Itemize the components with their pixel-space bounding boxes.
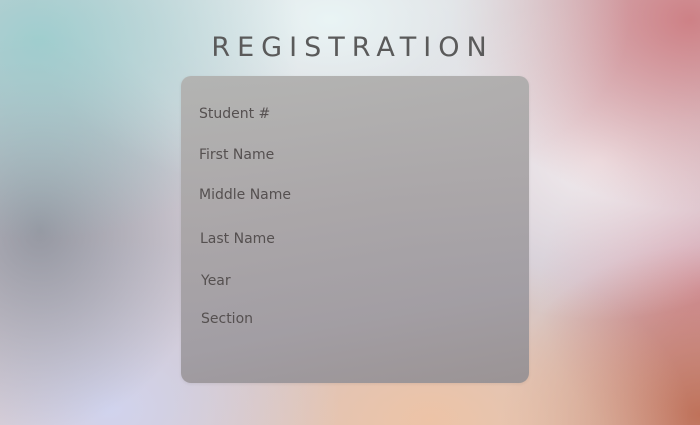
registration-form: Student # First Name Middle Name Last Na… — [181, 76, 529, 383]
middle-name-field[interactable]: Middle Name — [199, 183, 499, 207]
last-name-field[interactable]: Last Name — [200, 227, 500, 251]
student-number-field[interactable]: Student # — [199, 102, 499, 126]
year-label: Year — [201, 273, 231, 289]
first-name-label: First Name — [199, 147, 275, 163]
first-name-field[interactable]: First Name — [199, 143, 499, 167]
section-label: Section — [201, 311, 254, 327]
student-number-label: Student # — [199, 106, 271, 122]
year-field[interactable]: Year — [201, 269, 501, 293]
last-name-label: Last Name — [200, 231, 275, 247]
page-title: REGISTRATION — [211, 32, 494, 63]
section-field[interactable]: Section — [201, 307, 501, 331]
middle-name-label: Middle Name — [199, 187, 291, 203]
